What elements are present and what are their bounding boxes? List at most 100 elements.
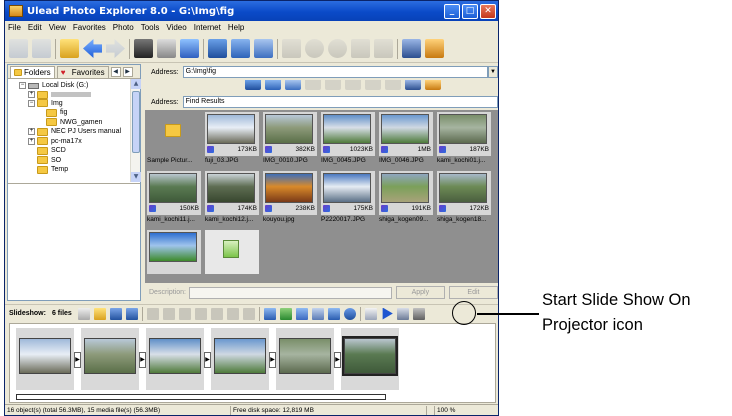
tree-item-so[interactable]: SO [11, 156, 140, 166]
edit-button[interactable]: Edit [448, 286, 498, 299]
thumbnail-item[interactable]: 150KB [147, 171, 201, 215]
burn-icon[interactable] [295, 307, 308, 320]
collapse-icon[interactable]: − [19, 82, 26, 90]
thumbnail-item[interactable]: 173KB [205, 112, 259, 156]
upload-icon[interactable] [327, 307, 340, 320]
settings-icon[interactable] [311, 307, 324, 320]
image-view-icon[interactable] [265, 80, 281, 90]
compare-icon[interactable] [305, 80, 321, 90]
back-icon[interactable] [83, 39, 102, 58]
transition-arrow-icon[interactable]: ▶ [139, 352, 146, 368]
redo-icon[interactable] [210, 307, 223, 320]
tree-item-nwg-gamen[interactable]: NWG_gamen [11, 118, 140, 128]
transition-arrow-icon[interactable]: ▶ [269, 352, 276, 368]
start-slide-show-on-projector-icon[interactable] [396, 307, 409, 320]
expand-icon[interactable]: + [28, 91, 35, 98]
add-icon[interactable] [146, 307, 159, 320]
rotate-left-icon[interactable] [305, 39, 324, 58]
open-icon[interactable] [9, 39, 28, 58]
tree-item-img[interactable]: − Img [11, 99, 140, 109]
menu-favorites[interactable]: Favorites [73, 23, 106, 32]
collapse-icon[interactable]: − [28, 99, 35, 107]
new-slideshow-icon[interactable] [77, 307, 90, 320]
thumbnail-item[interactable]: 238KB [263, 171, 317, 215]
menu-video[interactable]: Video [166, 23, 186, 32]
description-input[interactable] [188, 286, 392, 299]
preview-icon[interactable] [263, 307, 276, 320]
save-as-icon[interactable] [125, 307, 138, 320]
minimize-button[interactable]: _ [444, 3, 460, 19]
menu-edit[interactable]: Edit [28, 23, 42, 32]
scroll-up-icon[interactable]: ▲ [131, 79, 141, 89]
menu-tools[interactable]: Tools [141, 23, 160, 32]
tree-item-local-disk[interactable]: − Local Disk (G:) [11, 81, 140, 91]
tab-scroll-right-icon[interactable]: ▶ [122, 66, 133, 77]
address-input[interactable]: G:\Img\fig [182, 66, 488, 78]
scroll-down-icon[interactable]: ▼ [131, 172, 141, 182]
thumbnail-item[interactable]: 172KB [437, 171, 491, 215]
batch-icon[interactable] [351, 39, 370, 58]
tree-item-temp[interactable]: Temp [11, 165, 140, 175]
transition-icon[interactable] [178, 307, 191, 320]
tab-folders[interactable]: Folders [10, 65, 55, 78]
rotate-left-icon[interactable] [325, 80, 341, 90]
expand-icon[interactable]: + [28, 137, 35, 145]
tree-item-nec-pj[interactable]: + NEC PJ Users manual [11, 127, 140, 137]
monitor-icon[interactable] [364, 307, 377, 320]
share-icon[interactable] [343, 307, 356, 320]
transition-arrow-icon[interactable]: ▶ [74, 352, 81, 368]
tree-item-pc-ma17x[interactable]: + pc-ma17x [11, 137, 140, 147]
tree-item-scd[interactable]: SCD [11, 146, 140, 156]
thumbnail-item[interactable]: 1023KB [321, 112, 375, 156]
menu-internet[interactable]: Internet [194, 23, 221, 32]
details-view-icon[interactable] [254, 39, 273, 58]
scrollbar-thumb[interactable] [132, 91, 140, 153]
more-icon[interactable] [412, 307, 425, 320]
import-icon[interactable] [32, 39, 51, 58]
print-icon[interactable] [385, 80, 401, 90]
thumbnail-item[interactable]: 174KB [205, 171, 259, 215]
email-icon[interactable] [402, 39, 421, 58]
strip-scrollbar[interactable] [16, 394, 386, 400]
slide-item[interactable] [81, 328, 139, 390]
thumbnail-view-icon[interactable] [208, 39, 227, 58]
stop-icon[interactable] [242, 307, 255, 320]
compare-icon[interactable] [282, 39, 301, 58]
close-button[interactable]: ✕ [480, 3, 496, 19]
chevron-down-icon[interactable]: ▼ [488, 66, 498, 78]
maximize-button[interactable]: □ [462, 3, 478, 19]
thumbnail-item[interactable]: 1MB [379, 112, 433, 156]
slideshow-icon[interactable] [425, 80, 441, 90]
thumbnail-item[interactable]: 187KB [437, 112, 491, 156]
remove-icon[interactable] [162, 307, 175, 320]
details-view-icon[interactable] [285, 80, 301, 90]
open-slideshow-icon[interactable] [93, 307, 106, 320]
slide-item[interactable] [146, 328, 204, 390]
tree-scrollbar[interactable]: ▲ ▼ [130, 79, 141, 182]
transition-arrow-icon[interactable]: ▶ [204, 352, 211, 368]
slide-item[interactable] [276, 328, 334, 390]
thumbnail-view-icon[interactable] [245, 80, 261, 90]
rotate-right-icon[interactable] [345, 80, 361, 90]
thumbnail-item[interactable] [147, 112, 201, 156]
tree-item-blurred[interactable]: + [11, 90, 140, 99]
menu-view[interactable]: View [49, 23, 66, 32]
thumbnail-item[interactable] [147, 230, 201, 274]
slide-item[interactable] [16, 328, 74, 390]
slide-item[interactable] [211, 328, 269, 390]
slide-item[interactable] [341, 328, 399, 390]
batch-icon[interactable] [365, 80, 381, 90]
menu-file[interactable]: File [8, 23, 21, 32]
print-icon[interactable] [374, 39, 393, 58]
thumbnail-item[interactable]: 382KB [263, 112, 317, 156]
filters-icon[interactable] [180, 39, 199, 58]
rotate-right-icon[interactable] [328, 39, 347, 58]
menu-help[interactable]: Help [228, 23, 244, 32]
music-icon[interactable] [226, 307, 239, 320]
email-icon[interactable] [405, 80, 421, 90]
apply-button[interactable]: Apply [395, 286, 445, 299]
results-address-input[interactable]: Find Results [182, 96, 498, 108]
forward-icon[interactable] [106, 39, 125, 58]
thumbnail-item[interactable] [205, 230, 259, 274]
scanner-icon[interactable] [157, 39, 176, 58]
